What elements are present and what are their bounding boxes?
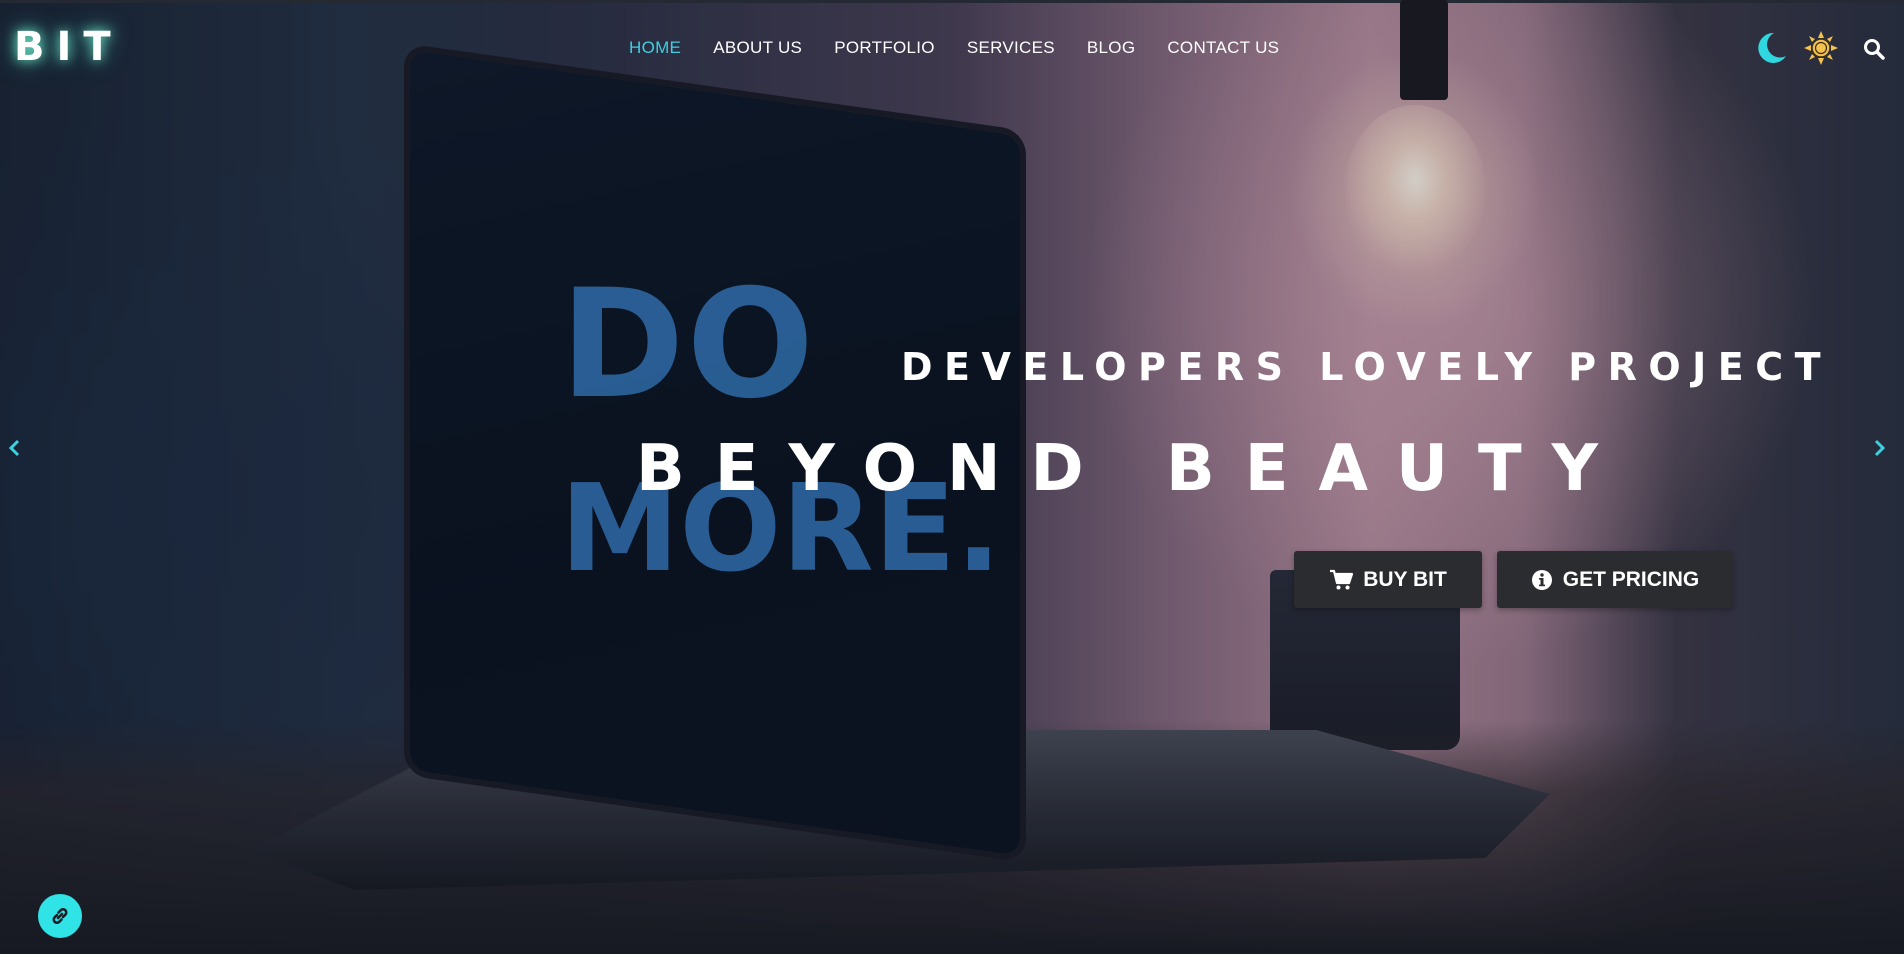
hero-headline: BEYOND BEAUTY [636,432,1628,506]
link-icon [52,908,68,924]
search-icon[interactable] [1863,38,1885,60]
nav-item-about-us[interactable]: ABOUT US [713,38,802,58]
buy-bit-label: BUY BIT [1363,567,1447,591]
nav-item-blog[interactable]: BLOG [1087,38,1135,58]
main-nav: HOME ABOUT US PORTFOLIO SERVICES BLOG CO… [629,38,1279,58]
chevron-left-icon[interactable] [6,436,24,460]
floating-link-button[interactable] [38,894,82,938]
nav-item-portfolio[interactable]: PORTFOLIO [834,38,935,58]
get-pricing-label: GET PRICING [1562,567,1700,591]
moon-icon[interactable] [1752,30,1788,66]
nav-item-services[interactable]: SERVICES [967,38,1055,58]
info-icon [1531,569,1552,590]
hero-tagline: DEVELOPERS LOVELY PROJECT [901,345,1833,389]
nav-item-contact-us[interactable]: CONTACT US [1167,38,1279,58]
sun-icon[interactable] [1803,30,1839,66]
chevron-right-icon[interactable] [1870,436,1888,460]
brand-logo[interactable]: BIT [14,24,123,70]
nav-item-home[interactable]: HOME [629,38,681,58]
buy-bit-button[interactable]: BUY BIT [1294,551,1482,608]
cart-icon [1330,569,1354,589]
get-pricing-button[interactable]: GET PRICING [1497,551,1733,608]
